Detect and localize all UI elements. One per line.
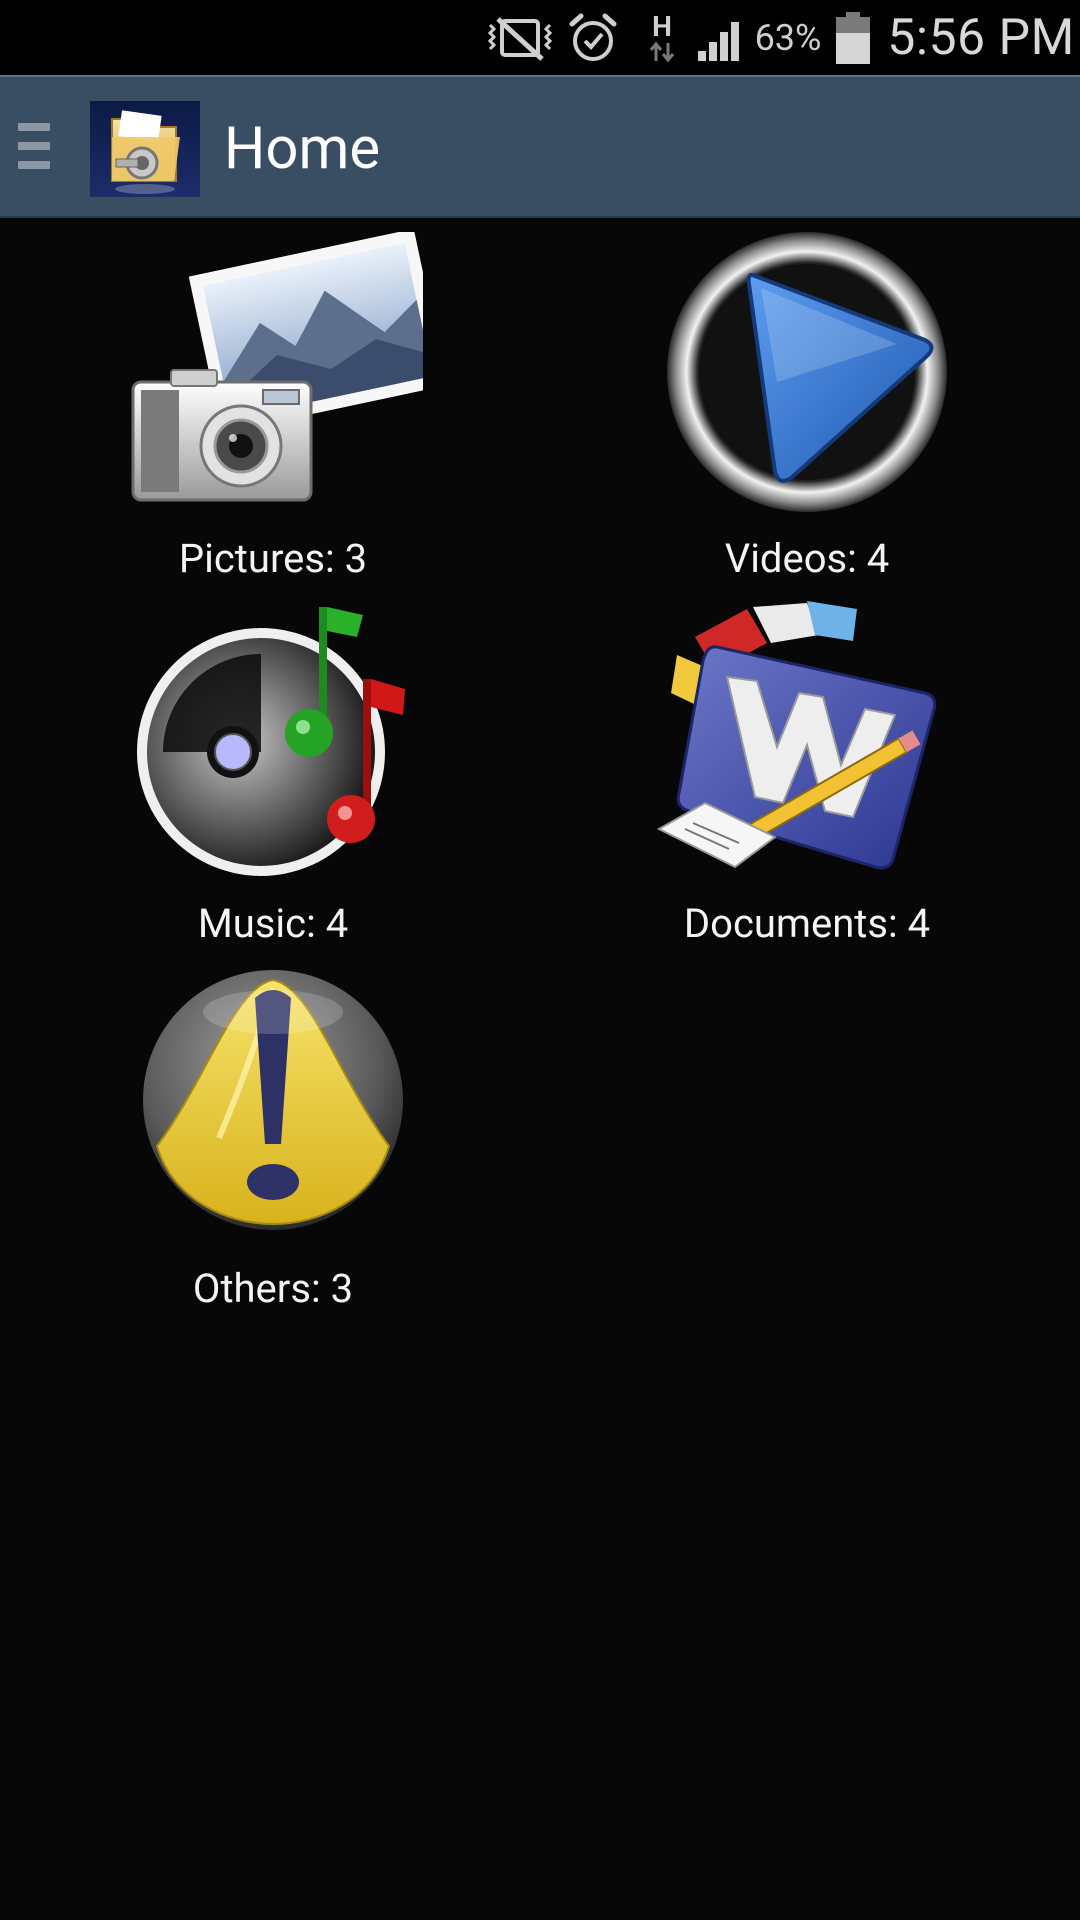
drawer-menu-icon[interactable] [14,115,54,177]
alarm-icon [565,0,621,75]
category-label: Pictures: 3 [178,535,368,582]
videos-icon [657,232,957,522]
hsdpa-icon: H [642,0,682,75]
music-icon [123,597,423,887]
signal-icon [694,0,748,75]
category-documents[interactable]: Documents: 4 [537,583,1077,948]
documents-icon [656,597,957,887]
others-icon [123,962,423,1252]
pictures-icon [123,228,448,522]
category-label: Music: 4 [197,900,349,947]
category-pictures[interactable]: Pictures: 3 [3,218,543,583]
battery-percent: 63% [754,16,822,59]
status-time: 5:56 PM [887,8,1075,67]
category-others[interactable]: Others: 3 [3,948,543,1313]
category-label: Documents: 4 [683,900,931,947]
category-label: Others: 3 [192,1265,354,1312]
battery-icon [830,0,876,75]
vibrate-icon [482,0,558,75]
category-music[interactable]: Music: 4 [3,583,543,948]
action-bar: Home [0,75,1080,218]
page-title: Home [224,115,381,183]
category-label: Videos: 4 [724,535,890,582]
secure-folder-icon[interactable] [90,101,200,197]
status-bar: H 63% 5:56 PM [0,0,1080,75]
category-videos[interactable]: Videos: 4 [537,218,1077,583]
